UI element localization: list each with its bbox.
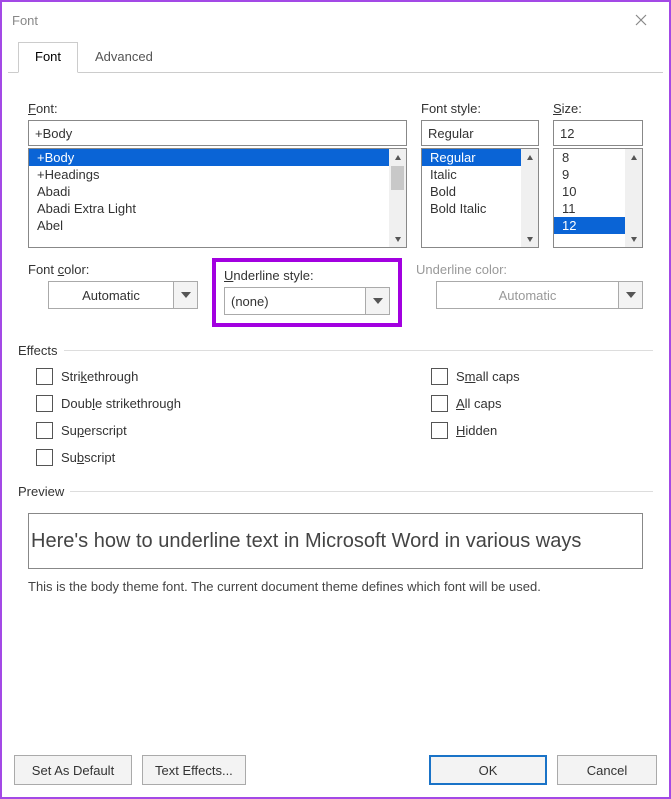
style-label: Font style:: [421, 101, 539, 116]
titlebar: Font: [2, 2, 669, 38]
list-item[interactable]: Abadi: [29, 183, 389, 200]
size-column: Size: 8 9 10 11 12: [553, 101, 643, 248]
close-button[interactable]: [621, 5, 661, 35]
preview-box: Here's how to underline text in Microsof…: [28, 513, 643, 569]
effects-title: Effects: [18, 343, 64, 358]
underline-style-label: Underline style:: [224, 268, 390, 283]
style-listbox[interactable]: Regular Italic Bold Bold Italic: [421, 148, 539, 248]
font-row: Font: +Body +Headings Abadi Abadi Extra …: [28, 101, 643, 248]
cancel-button[interactable]: Cancel: [557, 755, 657, 785]
preview-description: This is the body theme font. The current…: [28, 579, 643, 594]
footer: Set As Default Text Effects... OK Cancel: [2, 747, 669, 797]
divider: [64, 350, 653, 351]
preview-header: Preview: [18, 484, 653, 499]
text-effects-button[interactable]: Text Effects...: [142, 755, 246, 785]
window-title: Font: [12, 13, 38, 28]
scroll-up-icon[interactable]: [389, 149, 406, 166]
list-item[interactable]: Italic: [422, 166, 521, 183]
style-column: Font style: Regular Italic Bold Bold Ita…: [421, 101, 539, 248]
scroll-up-icon[interactable]: [625, 149, 642, 166]
font-color-group: Font color: Automatic: [28, 262, 198, 309]
tab-font[interactable]: Font: [18, 42, 78, 73]
font-dialog: Font Font Advanced Font: +Body +Headings…: [0, 0, 671, 799]
list-item[interactable]: Abadi Extra Light: [29, 200, 389, 217]
list-item[interactable]: Abel: [29, 217, 389, 234]
checkbox-box[interactable]: [36, 449, 53, 466]
checkbox-box[interactable]: [36, 422, 53, 439]
underline-color-label: Underline color:: [416, 262, 643, 277]
underline-style-group: Underline style: (none): [212, 262, 402, 327]
set-default-button[interactable]: Set As Default: [14, 755, 132, 785]
size-input[interactable]: [553, 120, 643, 146]
size-label: Size:: [553, 101, 643, 116]
size-listbox[interactable]: 8 9 10 11 12: [553, 148, 643, 248]
list-item[interactable]: Bold Italic: [422, 200, 521, 217]
underline-style-value: (none): [225, 288, 365, 314]
checkbox-strikethrough[interactable]: Strikethrough: [36, 368, 423, 385]
underline-color-value: Automatic: [437, 282, 618, 308]
effects-col-left: Strikethrough Double strikethrough Super…: [28, 368, 423, 476]
list-item[interactable]: Bold: [422, 183, 521, 200]
list-item[interactable]: 9: [554, 166, 625, 183]
list-item[interactable]: +Headings: [29, 166, 389, 183]
font-color-label: Font color:: [28, 262, 198, 277]
list-item[interactable]: 10: [554, 183, 625, 200]
scroll-down-icon[interactable]: [389, 230, 406, 247]
underline-style-dropdown[interactable]: (none): [224, 287, 390, 315]
scrollbar[interactable]: [389, 149, 406, 247]
font-color-dropdown[interactable]: Automatic: [48, 281, 198, 309]
scroll-down-icon[interactable]: [521, 230, 538, 247]
list-item[interactable]: +Body: [29, 149, 389, 166]
effects-header: Effects: [18, 343, 653, 358]
scrollbar[interactable]: [521, 149, 538, 247]
checkbox-box[interactable]: [36, 395, 53, 412]
divider: [70, 491, 653, 492]
scroll-down-icon[interactable]: [625, 230, 642, 247]
checkbox-box[interactable]: [36, 368, 53, 385]
preview-text: Here's how to underline text in Microsof…: [31, 530, 581, 553]
checkbox-hidden[interactable]: Hidden: [431, 422, 643, 439]
checkbox-subscript[interactable]: Subscript: [36, 449, 423, 466]
checkbox-small-caps[interactable]: Small caps: [431, 368, 643, 385]
chevron-down-icon[interactable]: [173, 282, 197, 308]
checkbox-superscript[interactable]: Superscript: [36, 422, 423, 439]
underline-style-highlight: Underline style: (none): [212, 258, 402, 327]
font-color-value: Automatic: [49, 282, 173, 308]
preview-title: Preview: [18, 484, 70, 499]
underline-color-dropdown: Automatic: [436, 281, 643, 309]
font-listbox[interactable]: +Body +Headings Abadi Abadi Extra Light …: [28, 148, 407, 248]
list-item[interactable]: 12: [554, 217, 625, 234]
checkbox-box[interactable]: [431, 422, 448, 439]
close-icon: [635, 14, 647, 26]
checkbox-box[interactable]: [431, 395, 448, 412]
chevron-down-icon[interactable]: [365, 288, 389, 314]
color-row: Font color: Automatic Underline style: (…: [28, 262, 643, 327]
checkbox-all-caps[interactable]: All caps: [431, 395, 643, 412]
tabstrip: Font Advanced: [8, 41, 663, 73]
list-item[interactable]: 11: [554, 200, 625, 217]
effects-grid: Strikethrough Double strikethrough Super…: [28, 368, 643, 476]
content: Font: +Body +Headings Abadi Abadi Extra …: [2, 73, 669, 747]
checkbox-box[interactable]: [431, 368, 448, 385]
list-item[interactable]: Regular: [422, 149, 521, 166]
effects-col-right: Small caps All caps Hidden: [423, 368, 643, 476]
style-input[interactable]: [421, 120, 539, 146]
font-column: Font: +Body +Headings Abadi Abadi Extra …: [28, 101, 407, 248]
underline-color-group: Underline color: Automatic: [416, 262, 643, 309]
scroll-thumb[interactable]: [391, 166, 404, 190]
checkbox-double-strikethrough[interactable]: Double strikethrough: [36, 395, 423, 412]
font-label: Font:: [28, 101, 407, 116]
scroll-up-icon[interactable]: [521, 149, 538, 166]
list-item[interactable]: 8: [554, 149, 625, 166]
chevron-down-icon: [618, 282, 642, 308]
scrollbar[interactable]: [625, 149, 642, 247]
tabs-row: Font Advanced: [2, 38, 669, 73]
ok-button[interactable]: OK: [429, 755, 547, 785]
font-input[interactable]: [28, 120, 407, 146]
tab-advanced[interactable]: Advanced: [78, 42, 170, 73]
